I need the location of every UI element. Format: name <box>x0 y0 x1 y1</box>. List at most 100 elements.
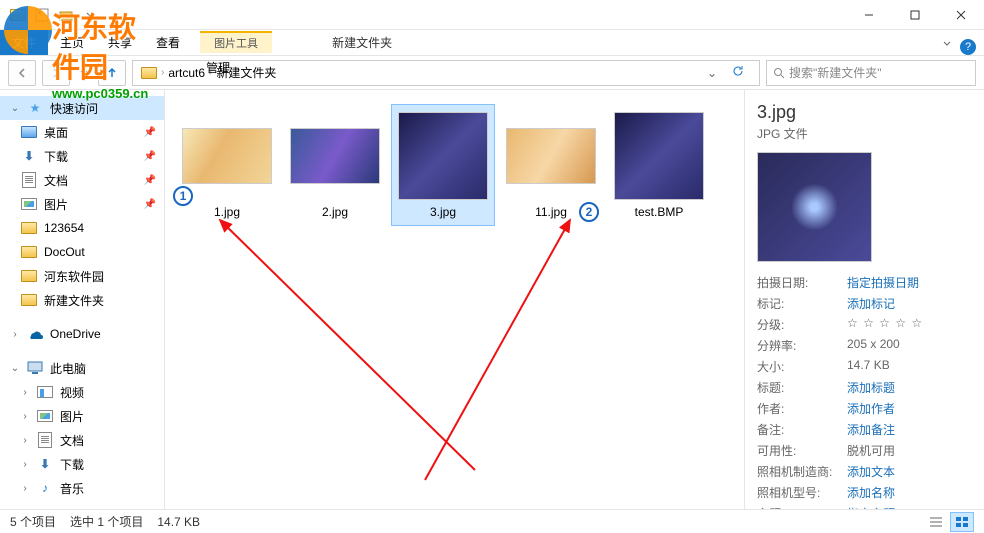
file-item[interactable]: 3.jpg <box>391 104 495 226</box>
nav-recent-button[interactable] <box>76 66 92 80</box>
meta-value[interactable]: 指定拍摄日期 <box>847 274 972 291</box>
navigation-pane: ⌄ ★ 快速访问 桌面📌⬇下载📌文档📌图片📌123654DocOut河东软件园新… <box>0 90 165 509</box>
titlebar <box>0 0 984 30</box>
sidebar-onedrive[interactable]: › OneDrive <box>0 322 164 346</box>
qat-properties-icon[interactable] <box>32 5 52 25</box>
file-name: 2.jpg <box>322 205 348 219</box>
sidebar-item[interactable]: 新建文件夹 <box>0 288 164 312</box>
sidebar-item[interactable]: ›文档 <box>0 428 164 452</box>
meta-key: 可用性: <box>757 442 847 459</box>
help-icon[interactable]: ? <box>960 39 976 55</box>
ribbon-tab-home[interactable]: 主页 <box>48 30 96 55</box>
qat-dropdown-icon[interactable] <box>80 5 100 25</box>
file-name: 3.jpg <box>430 205 456 219</box>
ribbon-file-tab[interactable]: 文件 <box>0 30 48 55</box>
meta-value[interactable]: 添加作者 <box>847 400 972 417</box>
search-input[interactable]: 搜索"新建文件夹" <box>766 60 976 86</box>
meta-value: 205 x 200 <box>847 337 972 354</box>
meta-key: 照相机制造商: <box>757 463 847 480</box>
sidebar-item[interactable]: ›视频 <box>0 380 164 404</box>
sidebar-item[interactable]: ›♪音乐 <box>0 476 164 500</box>
file-name: 11.jpg <box>535 205 567 219</box>
file-thumbnail <box>182 128 272 184</box>
meta-value: ☆ ☆ ☆ ☆ ☆ <box>847 316 972 333</box>
preview-filetype: JPG 文件 <box>757 125 972 142</box>
meta-value[interactable]: 添加名称 <box>847 484 972 501</box>
nav-up-button[interactable] <box>98 60 126 86</box>
ribbon-tabs: 文件 主页 共享 查看 图片工具 管理 新建文件夹 ? <box>0 30 984 56</box>
library-icon <box>36 383 54 401</box>
view-details-button[interactable] <box>924 512 948 532</box>
pc-icon <box>26 359 44 377</box>
meta-key: 分级: <box>757 316 847 333</box>
sidebar-item[interactable]: ⬇下载📌 <box>0 144 164 168</box>
sidebar-quick-access[interactable]: ⌄ ★ 快速访问 <box>0 96 164 120</box>
ribbon-contextual-tab[interactable]: 管理 <box>192 55 244 80</box>
address-bar: › artcut6 › 新建文件夹 ⌄ 搜索"新建文件夹" <box>0 56 984 90</box>
sidebar-item[interactable]: 桌面📌 <box>0 120 164 144</box>
file-item[interactable]: test.BMP <box>607 104 711 226</box>
star-icon: ★ <box>26 99 44 117</box>
minimize-button[interactable] <box>846 0 892 30</box>
preview-thumbnail <box>757 152 872 262</box>
sidebar-item[interactable]: ›图片 <box>0 404 164 428</box>
file-name: 1.jpg <box>214 205 240 219</box>
sidebar-thispc[interactable]: ⌄ 此电脑 <box>0 356 164 380</box>
meta-key: 标记: <box>757 295 847 312</box>
meta-key: 照相机型号: <box>757 484 847 501</box>
library-icon: ⬇ <box>36 455 54 473</box>
sidebar-item[interactable]: DocOut <box>0 240 164 264</box>
folder-icon: ⬇ <box>20 147 38 165</box>
status-size: 14.7 KB <box>157 515 200 529</box>
ribbon-expand-button[interactable] <box>934 33 960 55</box>
file-item[interactable]: 2.jpg <box>283 104 387 226</box>
meta-value[interactable]: 添加标记 <box>847 295 972 312</box>
qat-newfolder-icon[interactable] <box>56 5 76 25</box>
annotation-1: 1 <box>173 186 193 206</box>
meta-value[interactable]: 添加备注 <box>847 421 972 438</box>
meta-key: 标题: <box>757 379 847 396</box>
meta-value[interactable]: 添加标题 <box>847 379 972 396</box>
sidebar-item[interactable]: 文档📌 <box>0 168 164 192</box>
status-selected: 选中 1 个项目 <box>70 513 143 530</box>
folder-icon <box>20 267 38 285</box>
status-bar: 5 个项目 选中 1 个项目 14.7 KB <box>0 509 984 533</box>
address-dropdown-icon[interactable]: ⌄ <box>701 66 723 80</box>
pin-icon: 📌 <box>144 199 156 210</box>
meta-value: 14.7 KB <box>847 358 972 375</box>
library-icon: ♪ <box>36 479 54 497</box>
file-thumbnail <box>398 112 488 200</box>
quick-access-toolbar <box>0 5 100 25</box>
preview-filename: 3.jpg <box>757 102 972 123</box>
meta-value: 脱机可用 <box>847 442 972 459</box>
sidebar-item[interactable]: 123654 <box>0 216 164 240</box>
annotation-2: 2 <box>579 202 599 222</box>
folder-icon <box>20 195 38 213</box>
view-thumbnails-button[interactable] <box>950 512 974 532</box>
nav-forward-button[interactable] <box>42 60 70 86</box>
close-button[interactable] <box>938 0 984 30</box>
annotation-arrow-1 <box>205 210 485 480</box>
sidebar-item[interactable]: 图片📌 <box>0 192 164 216</box>
ribbon-tab-view[interactable]: 查看 <box>144 30 192 55</box>
file-item[interactable]: 1.jpg <box>175 104 279 226</box>
file-thumbnail <box>290 128 380 184</box>
app-icon <box>8 5 28 25</box>
ribbon-tab-share[interactable]: 共享 <box>96 30 144 55</box>
maximize-button[interactable] <box>892 0 938 30</box>
window-title: 新建文件夹 <box>332 30 392 55</box>
file-thumbnail <box>506 128 596 184</box>
ribbon-contextual-header: 图片工具 <box>200 31 272 53</box>
library-icon <box>36 407 54 425</box>
nav-back-button[interactable] <box>8 60 36 86</box>
sidebar-item[interactable]: 河东软件园 <box>0 264 164 288</box>
meta-value[interactable]: 指定主题 <box>847 505 972 509</box>
file-list[interactable]: 1 2 1.jpg 2.jpg 3.jpg 11.jpg test.BMP <box>165 90 744 509</box>
sidebar-item[interactable]: ›⬇下载 <box>0 452 164 476</box>
details-pane: 3.jpg JPG 文件 拍摄日期:指定拍摄日期标记:添加标记分级:☆ ☆ ☆ … <box>744 90 984 509</box>
refresh-button[interactable] <box>725 64 751 81</box>
meta-key: 分辨率: <box>757 337 847 354</box>
meta-key: 备注: <box>757 421 847 438</box>
meta-value[interactable]: 添加文本 <box>847 463 972 480</box>
library-icon <box>36 431 54 449</box>
